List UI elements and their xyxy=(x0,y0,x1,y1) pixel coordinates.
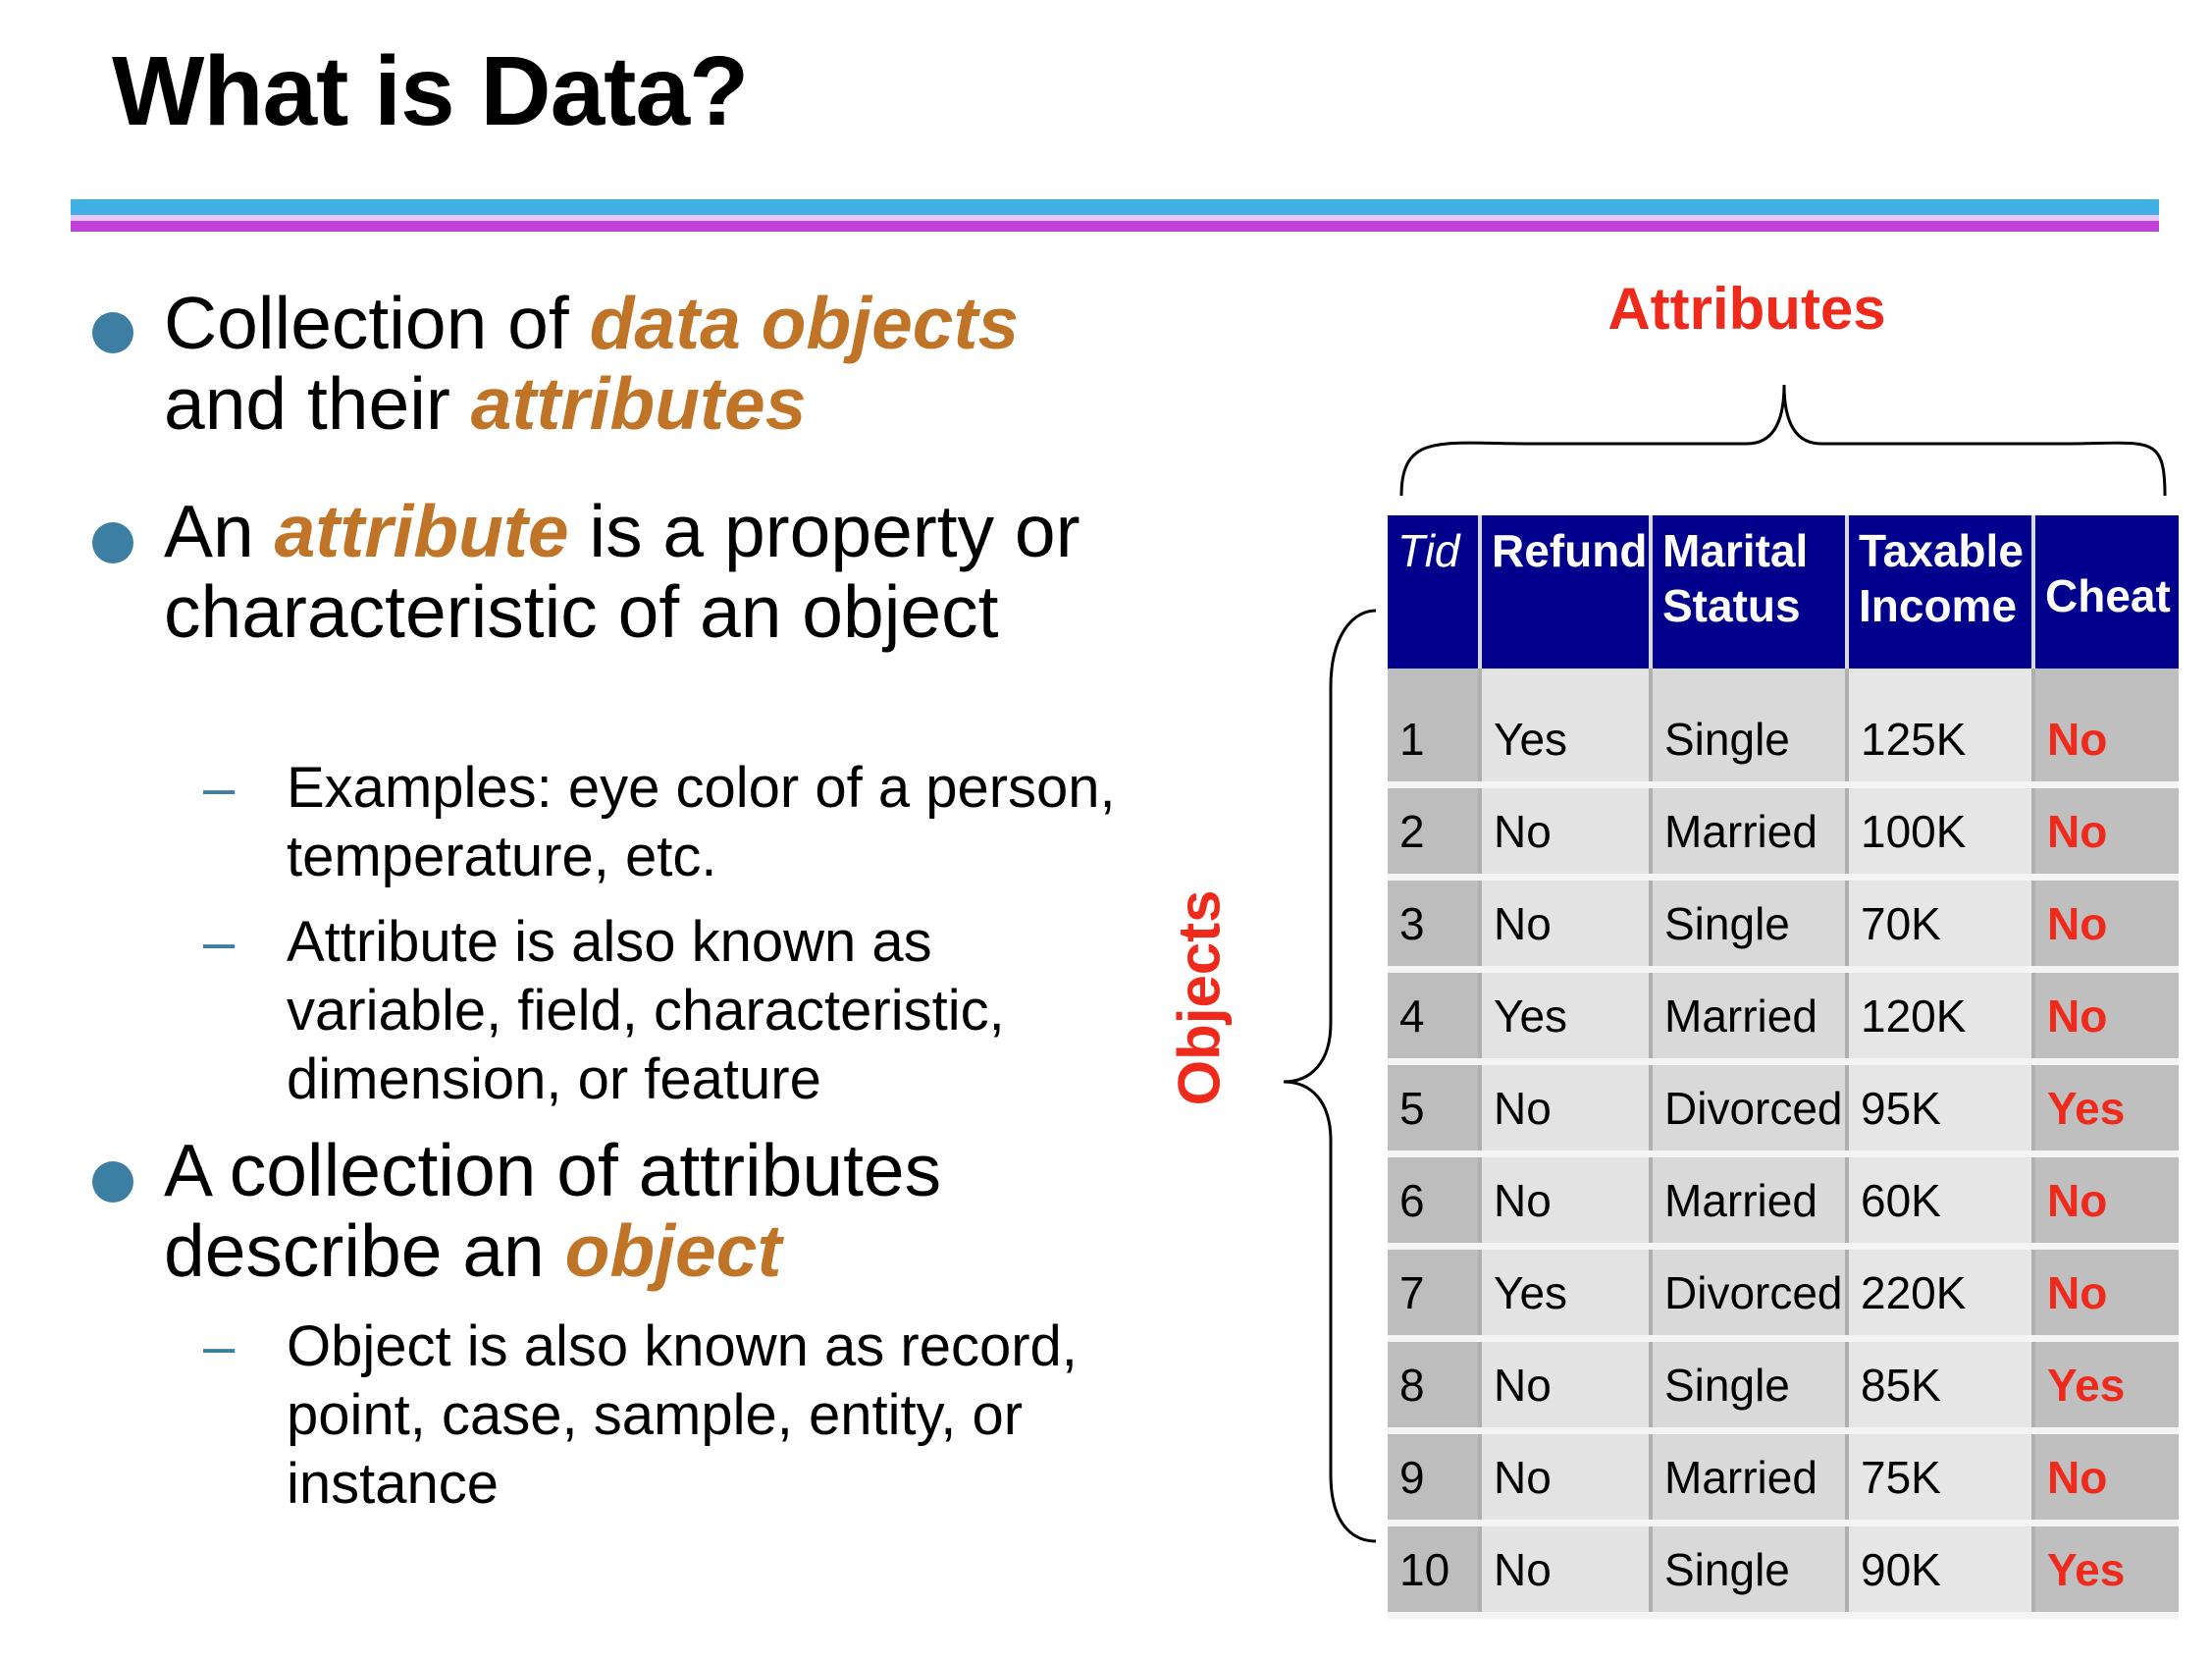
attributes-brace-icon xyxy=(1399,384,2167,497)
cell-marital-status: Married xyxy=(1651,1430,1849,1526)
cell-taxable-income: 95K xyxy=(1847,1061,2035,1157)
data-table: Tid Refund Marital Status Taxable Income… xyxy=(1388,515,2179,1619)
cell-cheat: Yes xyxy=(2033,1338,2179,1434)
table-row: 6 No Married 60K No xyxy=(1388,1153,2179,1250)
cell-refund: Yes xyxy=(1480,1246,1653,1342)
table-row: 9 No Married 75K No xyxy=(1388,1430,2179,1526)
cell-cheat: Yes xyxy=(2033,1523,2179,1619)
table-row: 5 No Divorced 95K Yes xyxy=(1388,1061,2179,1157)
cell-cheat: No xyxy=(2033,784,2179,881)
cell-tid: 4 xyxy=(1388,969,1482,1065)
table-header-row: Tid Refund Marital Status Taxable Income… xyxy=(1388,515,2179,669)
table-row: 10 No Single 90K Yes xyxy=(1388,1523,2179,1619)
spacer-cell xyxy=(1847,669,2035,696)
cell-refund: No xyxy=(1480,1430,1653,1526)
table-row: 1 Yes Single 125K No xyxy=(1388,696,2179,788)
column-header-cheat: Cheat xyxy=(2033,515,2179,669)
column-header-refund: Refund xyxy=(1480,515,1653,669)
cell-taxable-income: 90K xyxy=(1847,1523,2035,1619)
cell-refund: No xyxy=(1480,1153,1653,1250)
cell-taxable-income: 85K xyxy=(1847,1338,2035,1434)
table-row: 4 Yes Married 120K No xyxy=(1388,969,2179,1065)
cell-refund: No xyxy=(1480,877,1653,973)
cell-taxable-income: 100K xyxy=(1847,784,2035,881)
cell-refund: Yes xyxy=(1480,969,1653,1065)
cell-cheat: No xyxy=(2033,696,2179,788)
cell-cheat: No xyxy=(2033,1246,2179,1342)
cell-tid: 7 xyxy=(1388,1246,1482,1342)
cell-refund: Yes xyxy=(1480,696,1653,788)
cell-marital-status: Single xyxy=(1651,696,1849,788)
spacer-cell xyxy=(1388,669,1482,696)
table-row: 3 No Single 70K No xyxy=(1388,877,2179,973)
spacer-cell xyxy=(1480,669,1653,696)
cell-cheat: No xyxy=(2033,1430,2179,1526)
cell-taxable-income: 75K xyxy=(1847,1430,2035,1526)
cell-refund: No xyxy=(1480,784,1653,881)
cell-marital-status: Divorced xyxy=(1651,1246,1849,1342)
cell-tid: 6 xyxy=(1388,1153,1482,1250)
cell-marital-status: Single xyxy=(1651,1523,1849,1619)
cell-cheat: No xyxy=(2033,1153,2179,1250)
spacer-cell xyxy=(2033,669,2179,696)
cell-tid: 1 xyxy=(1388,696,1482,788)
cell-tid: 5 xyxy=(1388,1061,1482,1157)
table-row: 7 Yes Divorced 220K No xyxy=(1388,1246,2179,1342)
cell-refund: No xyxy=(1480,1523,1653,1619)
cell-marital-status: Married xyxy=(1651,784,1849,881)
cell-refund: No xyxy=(1480,1061,1653,1157)
column-header-taxable-income: Taxable Income xyxy=(1847,515,2035,669)
cell-tid: 8 xyxy=(1388,1338,1482,1434)
cell-marital-status: Married xyxy=(1651,969,1849,1065)
cell-cheat: No xyxy=(2033,877,2179,973)
table-row: 2 No Married 100K No xyxy=(1388,784,2179,881)
cell-tid: 3 xyxy=(1388,877,1482,973)
cell-refund: No xyxy=(1480,1338,1653,1434)
objects-brace-icon xyxy=(1283,609,1377,1543)
cell-marital-status: Married xyxy=(1651,1153,1849,1250)
cell-marital-status: Single xyxy=(1651,877,1849,973)
table-row: 8 No Single 85K Yes xyxy=(1388,1338,2179,1434)
cell-taxable-income: 220K xyxy=(1847,1246,2035,1342)
cell-marital-status: Single xyxy=(1651,1338,1849,1434)
column-header-marital-status: Marital Status xyxy=(1651,515,1849,669)
spacer-cell xyxy=(1651,669,1849,696)
cell-tid: 10 xyxy=(1388,1523,1482,1619)
table-spacer-row xyxy=(1388,669,2179,696)
column-header-tid: Tid xyxy=(1388,515,1482,669)
cell-marital-status: Divorced xyxy=(1651,1061,1849,1157)
cell-cheat: Yes xyxy=(2033,1061,2179,1157)
cell-taxable-income: 125K xyxy=(1847,696,2035,788)
cell-taxable-income: 70K xyxy=(1847,877,2035,973)
cell-tid: 9 xyxy=(1388,1430,1482,1526)
cell-taxable-income: 120K xyxy=(1847,969,2035,1065)
cell-taxable-income: 60K xyxy=(1847,1153,2035,1250)
cell-tid: 2 xyxy=(1388,784,1482,881)
cell-cheat: No xyxy=(2033,969,2179,1065)
